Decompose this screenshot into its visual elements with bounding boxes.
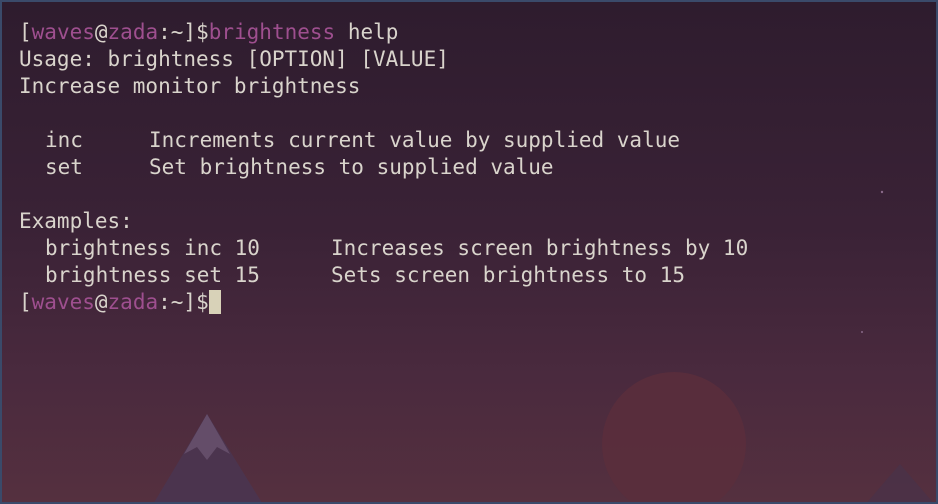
option-key: set [45, 155, 83, 179]
prompt-dollar: $ [196, 290, 209, 314]
prompt-bracket: [ [19, 20, 32, 44]
prompt-host: zada [107, 20, 159, 44]
prompt-user: waves [31, 290, 95, 314]
prompt-line[interactable]: [waves@zada:~]$ [19, 289, 748, 316]
prompt-colon: : [158, 20, 171, 44]
terminal-output: [waves@zada:~]$brightness help Usage: br… [19, 19, 748, 316]
prompt-bracket: ] [183, 290, 197, 314]
prompt-at: @ [94, 290, 108, 314]
prompt-bracket: [ [19, 290, 32, 314]
option-description: Increments current value by supplied val… [149, 128, 681, 152]
example-command: brightness inc 10 [45, 236, 260, 260]
mountain-small-shape [867, 464, 933, 502]
command-argument: help [335, 20, 399, 44]
prompt-bracket: ] [183, 20, 197, 44]
prompt-path: ~ [170, 290, 184, 314]
examples-header: Examples: [19, 209, 133, 233]
example-row: brightness inc 10 Increases screen bright… [19, 235, 748, 262]
usage-line: Usage: brightness [OPTION] [VALUE] [19, 47, 449, 71]
example-description: Sets screen brightness to 15 [331, 263, 686, 287]
terminal-window[interactable]: [waves@zada:~]$brightness help Usage: br… [0, 0, 938, 504]
star-shape [861, 331, 863, 333]
description-line: Increase monitor brightness [19, 74, 361, 98]
option-row: inc Increments current value by supplied … [19, 127, 748, 154]
example-description: Increases screen brightness by 10 [331, 236, 749, 260]
prompt-host: zada [107, 290, 159, 314]
option-row: set Set brightness to supplied value [19, 154, 748, 181]
option-key: inc [45, 128, 83, 152]
sun-shape [602, 372, 746, 502]
example-row: brightness set 15 Sets screen brightness … [19, 262, 748, 289]
text-cursor[interactable] [208, 289, 221, 314]
prompt-at: @ [94, 20, 108, 44]
prompt-user: waves [31, 20, 95, 44]
prompt-colon: : [158, 290, 171, 314]
prompt-line: [waves@zada:~]$brightness help [19, 19, 748, 46]
option-description: Set brightness to supplied value [149, 155, 554, 179]
star-shape [880, 190, 884, 194]
prompt-dollar: $ [196, 20, 209, 44]
command-name: brightness [208, 20, 336, 44]
prompt-path: ~ [170, 20, 184, 44]
example-command: brightness set 15 [45, 263, 260, 287]
